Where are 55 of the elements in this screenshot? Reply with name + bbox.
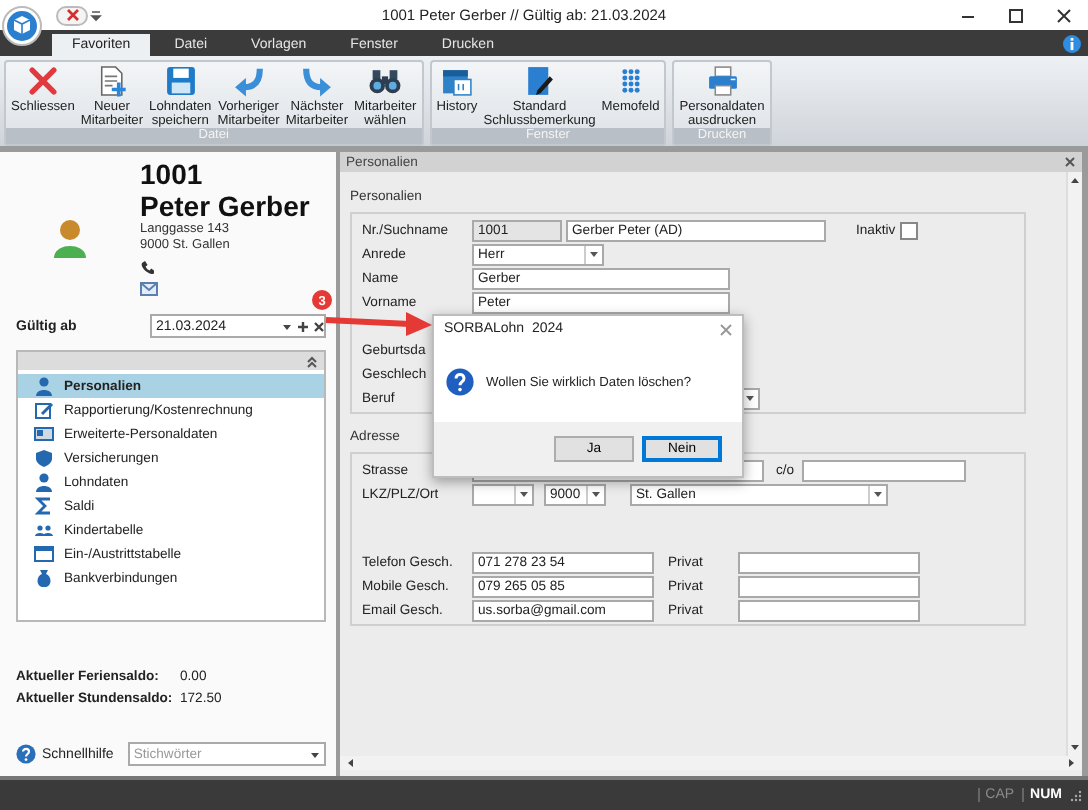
sigma-icon xyxy=(34,496,54,516)
resize-grip-icon xyxy=(1070,789,1082,801)
scroll-up-icon xyxy=(1070,176,1080,184)
id-card-icon xyxy=(34,424,54,444)
close-icon xyxy=(1064,156,1076,168)
text-field[interactable] xyxy=(802,459,966,481)
text-field[interactable] xyxy=(738,575,920,597)
person-icon xyxy=(34,472,54,492)
dropdown-field[interactable] xyxy=(472,483,534,505)
info-icon xyxy=(1062,33,1082,53)
dropdown-caret-icon xyxy=(88,7,104,23)
quick-close-button[interactable] xyxy=(56,5,88,25)
pointer-arrow xyxy=(325,312,432,336)
binoculars-icon xyxy=(368,64,403,98)
phone-icon xyxy=(140,260,154,274)
envelope-icon xyxy=(140,282,158,296)
dropdown-caret-icon xyxy=(520,490,528,498)
question-icon xyxy=(446,368,474,396)
dropdown-caret-icon xyxy=(590,250,598,258)
maximize-icon xyxy=(1008,7,1024,23)
dropdown-caret-icon xyxy=(592,490,600,498)
children-icon xyxy=(34,520,54,540)
money-bag-icon xyxy=(34,568,54,588)
close-icon xyxy=(25,64,60,98)
horizontal-scrollbar[interactable] xyxy=(340,756,1082,770)
close-icon xyxy=(65,8,79,22)
scroll-right-icon xyxy=(1068,758,1076,768)
plus-icon xyxy=(298,321,308,331)
checkbox[interactable] xyxy=(900,221,918,239)
employee-name: Peter Gerber xyxy=(140,190,310,222)
pencil-square-icon xyxy=(34,400,54,420)
text-field[interactable] xyxy=(738,599,920,621)
text-field[interactable] xyxy=(738,551,920,573)
dropdown-caret-icon xyxy=(874,490,882,498)
notepad-icon xyxy=(522,64,557,98)
employee-number: 1001 xyxy=(140,158,203,190)
shield-icon xyxy=(34,448,54,468)
vertical-scrollbar[interactable] xyxy=(1066,172,1082,756)
close-icon xyxy=(314,321,324,331)
double-chevron-up-icon xyxy=(306,355,318,367)
dropdown-caret-icon xyxy=(310,749,320,759)
dropdown-caret-icon xyxy=(746,394,754,402)
help-icon xyxy=(16,744,36,764)
calendar-icon xyxy=(439,64,474,98)
scroll-down-icon xyxy=(1070,744,1080,752)
printer-icon xyxy=(705,64,739,98)
dropdown-caret-icon xyxy=(282,321,292,331)
close-icon xyxy=(1056,7,1072,23)
table-icon xyxy=(34,544,54,564)
curved-arrow-left-icon xyxy=(231,64,266,98)
close-icon xyxy=(720,323,732,335)
person-avatar-icon xyxy=(52,218,88,258)
curved-arrow-right-icon xyxy=(299,64,334,98)
scroll-left-icon xyxy=(346,758,354,768)
person-icon xyxy=(34,376,54,396)
